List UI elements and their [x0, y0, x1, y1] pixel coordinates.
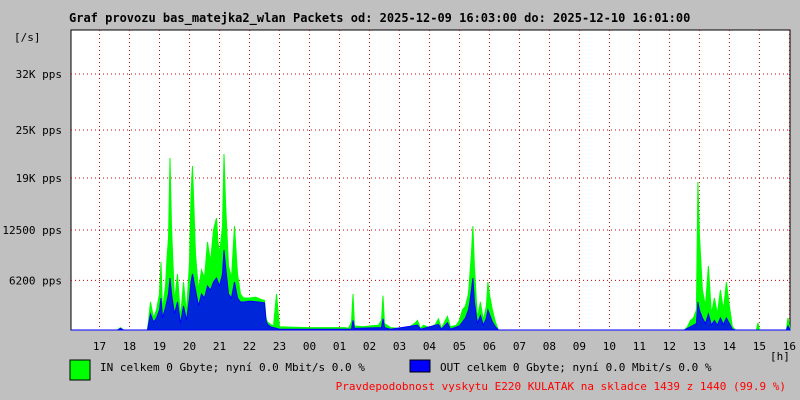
- legend-out-text: OUT celkem 0 Gbyte; nyní 0.0 Mbit/s 0.0 …: [440, 361, 712, 374]
- legend-in-swatch: [69, 359, 91, 381]
- x-tick-label: 06: [483, 340, 496, 353]
- x-tick-label: 10: [603, 340, 616, 353]
- legend-in-text: IN celkem 0 Gbyte; nyní 0.0 Mbit/s 0.0 %: [100, 361, 365, 374]
- legend-out-swatch: [409, 359, 431, 373]
- x-tick-label: 22: [243, 340, 256, 353]
- y-tick-label: 12500 pps: [2, 224, 62, 237]
- y-axis-ticks: 6200 pps 12500 pps 19K pps 25K pps 32K pps: [2, 68, 62, 287]
- probability-note: Pravdepodobnost vyskytu E220 KULATAK na …: [336, 380, 786, 393]
- plot-area: [70, 29, 791, 331]
- y-tick-label: 6200 pps: [9, 274, 62, 287]
- x-tick-label: 14: [723, 340, 737, 353]
- y-axis-unit-label: [/s]: [14, 31, 41, 44]
- x-tick-label: 13: [693, 340, 706, 353]
- x-tick-label: 17: [93, 340, 106, 353]
- x-tick-label: 11: [633, 340, 646, 353]
- x-tick-label: 02: [363, 340, 376, 353]
- traffic-chart: Graf provozu bas_matejka2_wlan Packets o…: [2, 11, 796, 393]
- x-tick-label: 19: [153, 340, 166, 353]
- x-axis-unit-label: [h]: [770, 350, 790, 363]
- y-tick-label: 32K pps: [16, 68, 62, 81]
- x-tick-label: 09: [573, 340, 586, 353]
- x-tick-label: 00: [303, 340, 316, 353]
- x-tick-label: 23: [273, 340, 286, 353]
- x-tick-label: 15: [753, 340, 766, 353]
- x-tick-label: 20: [183, 340, 196, 353]
- x-tick-label: 21: [213, 340, 226, 353]
- x-tick-label: 03: [393, 340, 406, 353]
- chart-title: Graf provozu bas_matejka2_wlan Packets o…: [69, 11, 690, 26]
- x-tick-label: 08: [543, 340, 556, 353]
- x-tick-label: 05: [453, 340, 466, 353]
- x-axis-ticks: 17 18 19 20 21 22 23 00 01 02 03 04 05 06 07 08 09 10 11 12…: [93, 340, 796, 353]
- x-tick-label: 12: [663, 340, 676, 353]
- x-tick-label: 07: [513, 340, 526, 353]
- x-tick-label: 18: [123, 340, 136, 353]
- x-tick-label: 04: [423, 340, 437, 353]
- x-tick-label: 01: [333, 340, 346, 353]
- y-tick-label: 19K pps: [16, 172, 62, 185]
- y-tick-label: 25K pps: [16, 124, 62, 137]
